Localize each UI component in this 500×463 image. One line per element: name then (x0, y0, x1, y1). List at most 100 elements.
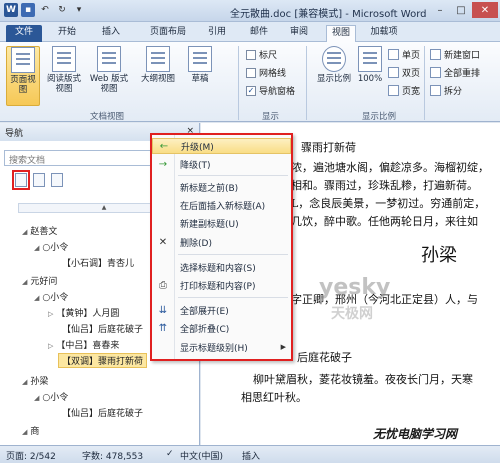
full-screen-reading-button[interactable]: 阅读版式视图 (44, 46, 84, 94)
save-icon[interactable]: ▪ (21, 3, 35, 17)
two-pages-icon (388, 67, 399, 78)
word-logo-icon[interactable]: W (4, 3, 18, 17)
menu-separator (178, 175, 288, 176)
menu-item-expand-all[interactable]: ⇊ 全部展开(E) (152, 302, 291, 318)
tree-heading[interactable]: 【仙吕】后庭花破子 (62, 406, 143, 419)
one-page-button[interactable]: 单页 (388, 48, 420, 61)
menu-item-new-subheading[interactable]: 新建副标题(U) (152, 215, 291, 231)
tree-heading[interactable]: 【小石调】青杏儿 (62, 256, 134, 269)
gridlines-checkbox-box[interactable] (246, 67, 256, 78)
zoom-100-button[interactable]: 100% (356, 46, 384, 84)
tab-file[interactable]: 文件 (6, 25, 42, 42)
tab-insert[interactable]: 插入 (98, 25, 124, 42)
collapse-caret-icon[interactable]: ◢ (22, 378, 27, 386)
doc-line: 浓，遍池塘水阁，偏趁凉多。海榴初绽， (291, 161, 489, 174)
collapse-caret-icon[interactable]: ◢ (34, 294, 39, 302)
collapse-caret-icon[interactable]: ◢ (22, 278, 27, 286)
zoom-magnifier-icon (322, 46, 346, 72)
arrange-all-icon (430, 67, 441, 78)
status-language[interactable]: 中文(中国) (180, 449, 223, 462)
tree-heading[interactable]: ◢ ○小令 (34, 290, 68, 303)
status-page[interactable]: 页面: 2/542 (6, 449, 56, 462)
status-insert-mode[interactable]: 插入 (242, 449, 260, 462)
print-layout-button[interactable]: 页面视图 (6, 46, 40, 106)
page-width-button[interactable]: 页宽 (388, 84, 420, 97)
menu-item-demote[interactable]: → 降级(T) (152, 156, 291, 172)
browse-pages-icon[interactable] (33, 173, 45, 187)
arrange-all-button[interactable]: 全部重排 (430, 66, 480, 79)
group-show-label: 显示 (262, 112, 280, 122)
tree-heading[interactable]: ◢ 孙梁 (22, 374, 48, 387)
one-page-label: 单页 (402, 51, 421, 61)
nav-view-tabs (12, 170, 63, 190)
navigation-pane-checkbox[interactable]: ✓ 导航窗格 (246, 84, 295, 97)
doc-author-heading: 孙梁 (421, 245, 457, 266)
browse-headings-icon[interactable] (12, 170, 30, 190)
navigation-pane-checkbox-box[interactable]: ✓ (246, 85, 256, 96)
collapse-caret-icon[interactable]: ◢ (22, 228, 27, 236)
tree-heading[interactable]: ▷ 【中吕】喜春来 (48, 338, 119, 351)
group-zoom-label: 显示比例 (362, 112, 397, 122)
menu-separator (178, 297, 288, 298)
tree-heading[interactable]: ◢ ○小令 (34, 240, 68, 253)
menu-item-new-heading-before[interactable]: 新标题之前(B) (152, 179, 291, 195)
new-window-label: 新建窗口 (444, 51, 481, 61)
tab-review[interactable]: 审阅 (286, 25, 312, 42)
printer-icon: ⎙ (159, 279, 167, 291)
status-word-count[interactable]: 字数: 478,553 (82, 449, 143, 462)
tab-addins[interactable]: 加载项 (366, 25, 402, 42)
browse-results-icon[interactable] (51, 173, 63, 187)
tab-view[interactable]: 视图 (326, 25, 356, 42)
tree-heading[interactable]: ◢ 商 (22, 424, 39, 437)
split-button[interactable]: 拆分 (430, 84, 462, 97)
web-layout-button[interactable]: Web 版式视图 (88, 46, 130, 94)
page-width-label: 页宽 (402, 87, 421, 97)
collapse-caret-icon[interactable]: ◢ (22, 428, 27, 436)
tab-references[interactable]: 引用 (204, 25, 230, 42)
menu-item-select-heading-content[interactable]: 选择标题和内容(S) (152, 259, 291, 275)
collapse-caret-icon[interactable]: ◢ (34, 394, 39, 402)
menu-item-show-heading-levels[interactable]: 显示标题级别(H) ▶ (152, 339, 291, 355)
undo-icon[interactable]: ↶ (38, 3, 52, 17)
draft-view-label: 草稿 (191, 74, 209, 84)
tree-heading[interactable]: ◢ 赵善文 (22, 224, 57, 237)
menu-item-print-heading-content[interactable]: ⎙ 打印标题和内容(P) (152, 277, 291, 293)
tree-heading[interactable]: 【仙吕】后庭花破子 (62, 322, 143, 335)
expand-caret-icon[interactable]: ▷ (48, 342, 53, 350)
gridlines-checkbox[interactable]: 网格线 (246, 66, 286, 79)
tab-mailings[interactable]: 邮件 (246, 25, 272, 42)
tree-heading[interactable]: ◢ ○小令 (34, 390, 68, 403)
two-pages-button[interactable]: 双页 (388, 66, 420, 79)
doc-heading: 后庭花破子 (297, 351, 352, 364)
new-window-button[interactable]: 新建窗口 (430, 48, 480, 61)
draft-view-button[interactable]: 草稿 (184, 46, 216, 84)
window-title: 全元散曲.doc [兼容模式] - Microsoft Word (230, 9, 427, 20)
navigation-pane-label: 导航窗格 (259, 87, 296, 97)
outline-view-button[interactable]: 大纲视图 (138, 46, 178, 84)
collapse-caret-icon[interactable]: ◢ (34, 244, 39, 252)
menu-item-delete[interactable]: ✕ 删除(D) (152, 234, 291, 250)
customize-qat-icon[interactable]: ▾ (72, 3, 86, 17)
doc-line: 柳叶黛眉秋，菱花妆镜羞。夜夜长门月，天寒 (253, 373, 473, 386)
promote-arrow-icon: ← (159, 140, 169, 152)
menu-item-new-heading-after[interactable]: 在后面插入新标题(A) (152, 197, 291, 213)
delete-x-icon: ✕ (158, 236, 168, 248)
ruler-checkbox-box[interactable] (246, 49, 256, 60)
menu-item-promote[interactable]: ← 升级(M) (152, 138, 291, 154)
menu-item-collapse-all[interactable]: ⇈ 全部折叠(C) (152, 320, 291, 336)
tree-heading[interactable]: ◢ 元好问 (22, 274, 57, 287)
doc-heading: 骤雨打新荷 (301, 141, 356, 154)
tree-heading[interactable]: ▷ 【黄钟】人月圆 (48, 306, 119, 319)
expand-caret-icon[interactable]: ▷ (48, 310, 53, 318)
ruler-checkbox[interactable]: 标尺 (246, 48, 277, 61)
maximize-icon[interactable]: □ (451, 2, 471, 18)
tree-heading-selected[interactable]: 【双调】骤雨打新荷 (58, 353, 148, 368)
zoom-button[interactable]: 显示比例 (312, 46, 356, 84)
doc-line: 几饮，醉中歌。任他两轮日月，来往如 (291, 215, 478, 228)
tab-page-layout[interactable]: 页面布局 (146, 25, 190, 42)
redo-icon[interactable]: ↻ (55, 3, 69, 17)
zoom-label: 显示比例 (316, 74, 351, 84)
minimize-icon[interactable]: – (430, 2, 450, 18)
tab-home[interactable]: 开始 (54, 25, 80, 42)
close-icon[interactable]: ✕ (472, 2, 498, 18)
